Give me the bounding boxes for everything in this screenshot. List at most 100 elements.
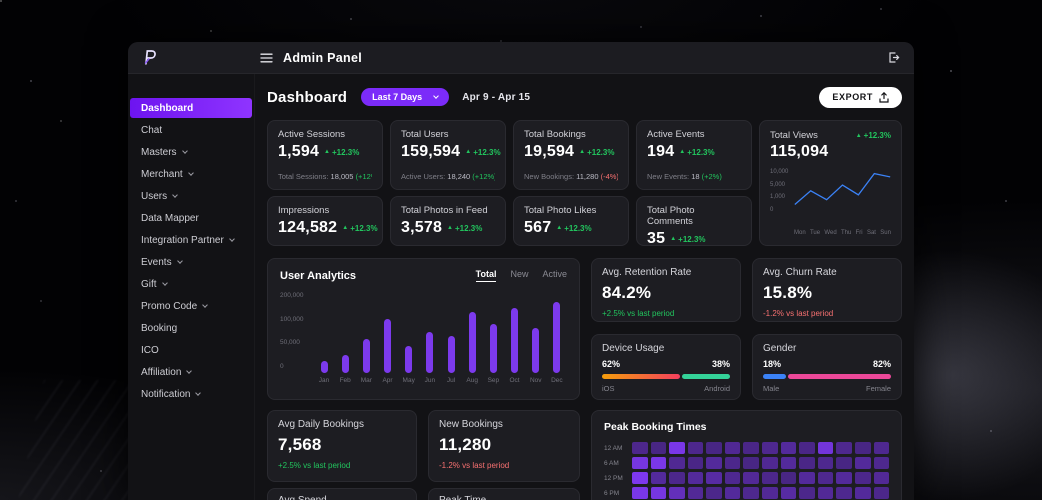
change-badge: ▲ +12.3%: [465, 148, 500, 157]
main-content: Dashboard Last 7 Days Apr 9 - Apr 15 EXP…: [255, 74, 914, 500]
tab-new[interactable]: New: [510, 269, 528, 282]
heatmap-cell: [743, 472, 760, 484]
stat-value-row: 3,578 ▲ +12.3%: [401, 219, 495, 237]
bar-rect: [426, 332, 434, 373]
views-polyline: [795, 174, 890, 205]
brand-logo[interactable]: [128, 49, 255, 66]
bar-rect: [489, 324, 497, 373]
sidebar-item-events[interactable]: Events: [130, 252, 252, 272]
sidebar-item-booking[interactable]: Booking: [130, 318, 252, 338]
sidebar-item-dashboard[interactable]: Dashboard: [130, 98, 252, 118]
sidebar-item-affiliation[interactable]: Affiliation: [130, 362, 252, 382]
card-title: Avg Daily Bookings: [278, 419, 364, 430]
up-triangle-icon: ▲: [670, 236, 677, 242]
stat-value: 115,094: [770, 143, 829, 160]
sidebar-item-merchant[interactable]: Merchant: [130, 164, 252, 184]
export-button[interactable]: EXPORT: [819, 86, 902, 108]
change-badge: ▲ +12.3%: [324, 148, 359, 157]
gender-bar: [763, 374, 891, 379]
axis-tick-label: 200,000: [280, 292, 304, 299]
new-bookings-card: New Bookings 11,280 -1.2% vs last period: [428, 410, 580, 482]
heatmap-cell: [743, 457, 760, 469]
sidebar-item-label: Chat: [141, 124, 163, 136]
axis-tick-label: Nov: [529, 377, 542, 384]
tab-active[interactable]: Active: [542, 269, 567, 282]
bar-sep: Sep: [485, 292, 501, 384]
heatmap-cell: [743, 487, 760, 499]
period-dropdown-label: Last 7 Days: [372, 92, 423, 102]
sidebar-item-data-mapper[interactable]: Data Mapper: [130, 208, 252, 228]
heatmap-cell: [854, 457, 871, 469]
axis-tick-label: Mar: [360, 377, 372, 384]
app-title: Admin Panel: [283, 50, 363, 65]
gender-names: Male Female: [763, 384, 891, 393]
change-text: +12.3%: [678, 234, 706, 244]
sidebar-item-masters[interactable]: Masters: [130, 142, 252, 162]
period-dropdown[interactable]: Last 7 Days: [361, 88, 450, 106]
metric-delta: +2.5% vs last period: [602, 309, 675, 318]
sidebar-item-users[interactable]: Users: [130, 186, 252, 206]
device-bar-android: [682, 374, 730, 379]
card-title: User Analytics: [280, 269, 357, 282]
metric-value: 15.8%: [763, 283, 813, 302]
gender-left-pct: 18%: [763, 359, 782, 369]
change-badge: ▲ +12.3%: [447, 224, 482, 233]
up-triangle-icon: ▲: [447, 225, 453, 231]
bar-rect: [320, 361, 328, 373]
axis-tick-label: 50,000: [280, 339, 300, 347]
chevron-down-icon: [187, 170, 194, 176]
stat-sub-change: (+2%): [701, 172, 722, 181]
line-xlabels: Mon Tue Wed Thu Fri Sat Sun: [770, 230, 891, 236]
sidebar-item-notification[interactable]: Notification: [130, 384, 252, 404]
stat-value: 159,594: [401, 143, 461, 160]
stat-sub-change: (+12%): [472, 172, 495, 181]
heatmap-cell: [706, 457, 722, 469]
heatmap-cell: [706, 442, 722, 454]
heatmap-cell: [836, 457, 852, 469]
metric-delta: +2.5% vs last period: [278, 461, 351, 470]
gender-right-name: Female: [865, 384, 891, 393]
stat-sub-value: 18,005: [328, 172, 356, 181]
bars-yticks: 200,000 100,000 50,000 0: [280, 292, 308, 370]
change-badge: ▲ +12.3%: [679, 148, 714, 157]
heatmap-cell: [724, 442, 741, 454]
axis-tick-label: 0: [770, 206, 774, 213]
heatmap-cell: [706, 472, 722, 484]
stat-value: 1,594: [278, 143, 320, 160]
device-left-pct: 62%: [602, 359, 621, 369]
bar-rect: [447, 336, 455, 373]
stat-value: 567: [524, 219, 552, 236]
sidebar-item-gift[interactable]: Gift: [130, 274, 252, 294]
axis-tick-label: Sun: [880, 230, 891, 236]
heatmap-cell: [836, 442, 852, 454]
device-names: iOS Android: [602, 384, 730, 393]
card-title: Device Usage: [602, 343, 665, 354]
sidebar-item-chat[interactable]: Chat: [130, 120, 252, 140]
axis-tick-label: 100,000: [280, 315, 304, 323]
logout-icon[interactable]: [887, 51, 900, 64]
heatmap-cell: [854, 487, 871, 499]
tab-total[interactable]: Total: [475, 269, 497, 282]
line-yticks: 10,000 5,000 1,000 0: [770, 169, 790, 213]
menu-icon[interactable]: [260, 53, 273, 63]
sidebar-item-promo-code[interactable]: Promo Code: [130, 296, 252, 316]
heatmap-row-label: 6 PM: [604, 489, 620, 497]
device-usage-card: Device Usage 62% 38% iOS Android: [591, 334, 741, 400]
export-icon: [879, 91, 889, 103]
axis-tick-label: 1,000: [770, 194, 786, 201]
date-range: Apr 9 - Apr 15: [462, 91, 531, 103]
sidebar-item-ico[interactable]: ICO: [130, 340, 252, 360]
heatmap-cell: [780, 457, 797, 469]
sidebar-item-label: Masters: [141, 146, 177, 158]
heatmap-cell: [669, 442, 685, 454]
user-analytics-bars: Jan Feb Mar Apr May Jun Jul Aug Sep Oct Nov Dec: [314, 292, 567, 384]
heatmap-cell: [632, 457, 648, 469]
chevron-down-icon: [186, 368, 193, 374]
sidebar-item-integration-partner[interactable]: Integration Partner: [130, 230, 252, 250]
change-badge: ▲ +12.3%: [855, 131, 891, 140]
heatmap-cell: [873, 472, 890, 484]
stat-value-row: 35 ▲ +12.3%: [647, 230, 741, 245]
heatmap-cell: [799, 487, 815, 499]
heatmap-row-label: 12 AM: [604, 444, 623, 452]
heatmap-cell: [854, 442, 871, 454]
